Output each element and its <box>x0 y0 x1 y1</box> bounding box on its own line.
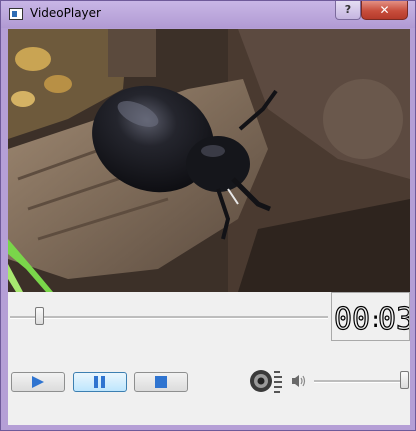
volume-track[interactable] <box>314 380 406 383</box>
volume-handle[interactable] <box>400 371 409 389</box>
stop-button[interactable] <box>134 372 188 392</box>
time-seconds: 03 <box>378 302 409 337</box>
lcd-digits: 00 : 03 <box>333 301 414 337</box>
video-display[interactable] <box>8 29 410 292</box>
play-icon <box>32 376 44 388</box>
client-area: 00 : 03 <box>8 29 415 425</box>
title-bar[interactable]: VideoPlayer ? ✕ <box>1 1 415 28</box>
help-button[interactable]: ? <box>335 1 361 20</box>
seek-track[interactable] <box>10 316 328 319</box>
close-button[interactable]: ✕ <box>361 1 408 20</box>
play-button[interactable] <box>11 372 65 392</box>
seek-slider[interactable] <box>8 301 330 331</box>
stop-icon <box>155 376 167 388</box>
seek-handle[interactable] <box>34 307 44 325</box>
pause-button[interactable] <box>73 372 127 392</box>
pause-icon <box>94 376 105 388</box>
video-frame <box>8 29 410 292</box>
video-player-window: VideoPlayer ? ✕ 00: 03 <box>0 0 416 431</box>
time-display: 00 : 03 <box>331 292 415 341</box>
volume-icon <box>292 375 306 387</box>
time-minutes: 00 <box>334 302 370 337</box>
app-icon <box>9 8 23 20</box>
speaker-icon[interactable] <box>249 367 285 395</box>
window-title: VideoPlayer <box>30 6 101 20</box>
